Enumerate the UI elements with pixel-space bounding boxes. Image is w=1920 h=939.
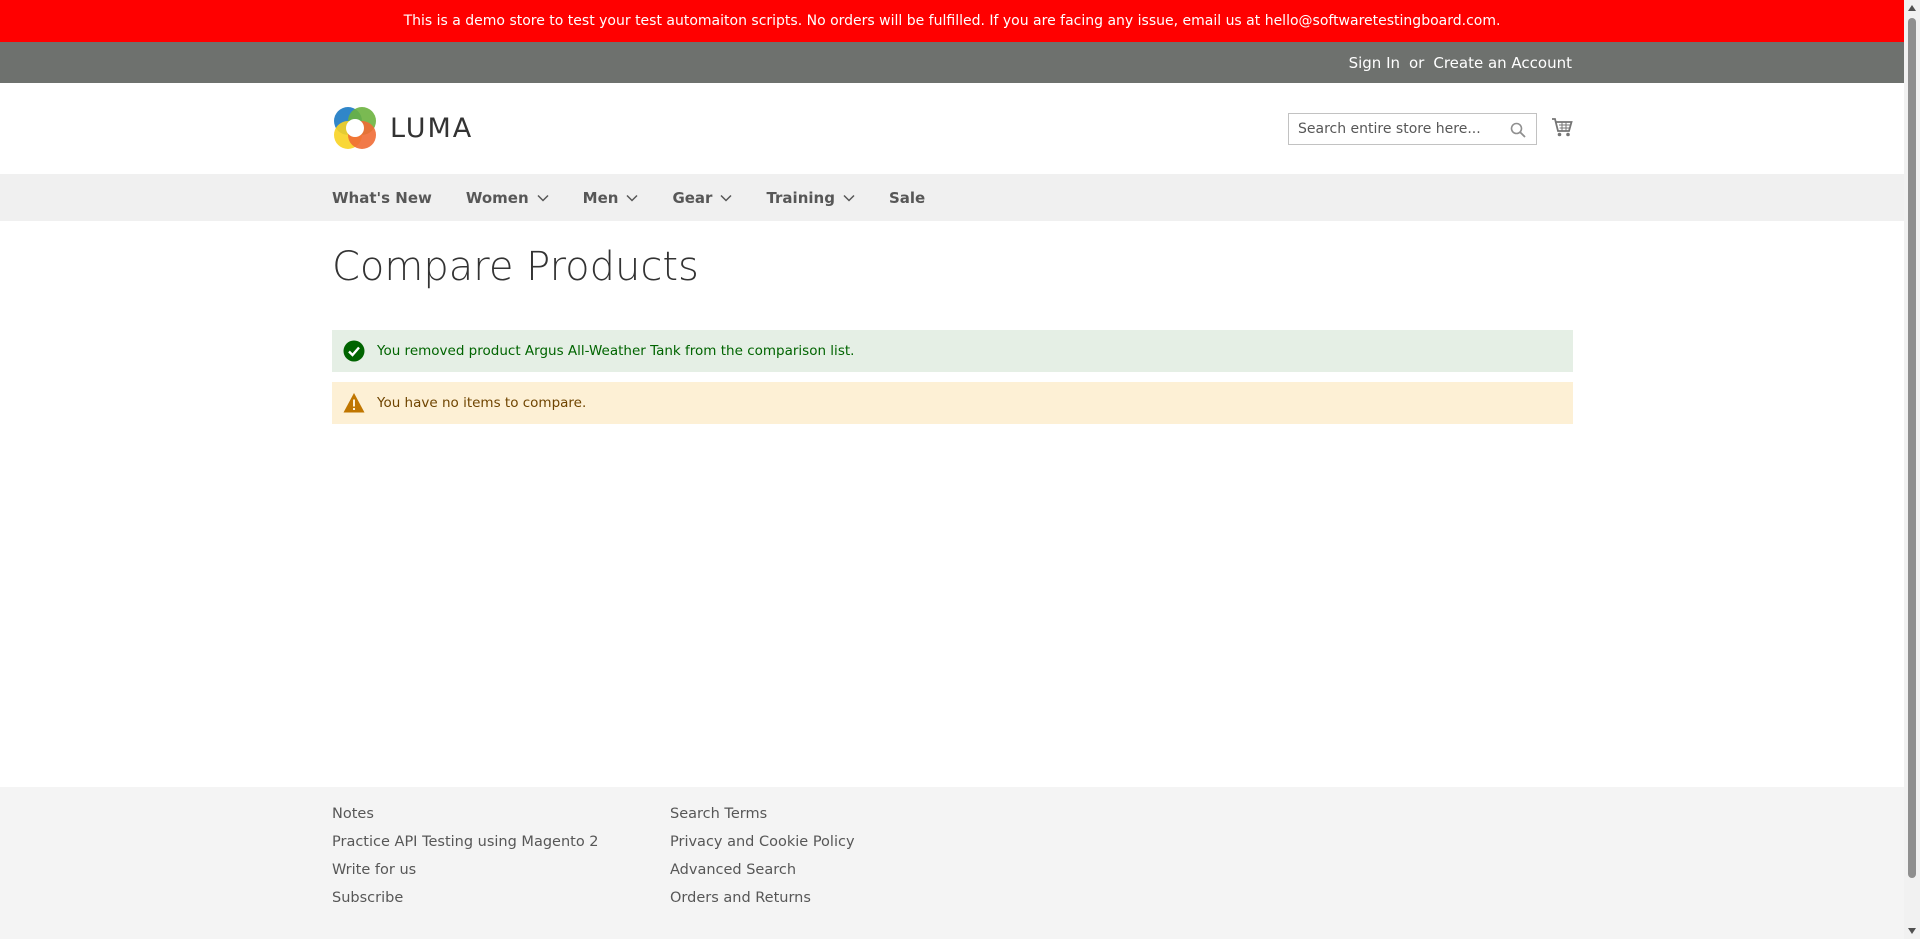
chevron-down-icon — [626, 194, 638, 202]
warning-message-text: You have no items to compare. — [377, 395, 587, 411]
sign-in-link[interactable]: Sign In — [1349, 54, 1400, 72]
footer-link-practice-api-testing[interactable]: Practice API Testing using Magento 2 — [332, 832, 599, 860]
scroll-down-icon[interactable] — [1904, 923, 1920, 939]
nav-item-women[interactable]: Women — [466, 189, 549, 207]
search-box — [1288, 113, 1537, 145]
header-links: Sign In or Create an Account — [1349, 42, 1572, 83]
success-message-text: You removed product Argus All-Weather Ta… — [377, 343, 855, 359]
panel-header: Sign In or Create an Account — [0, 42, 1904, 83]
cart-icon[interactable] — [1551, 116, 1573, 138]
demo-banner-text: This is a demo store to test your test a… — [403, 13, 1501, 29]
footer-links-column-1: Notes Practice API Testing using Magento… — [332, 804, 599, 916]
demo-store-banner: This is a demo store to test your test a… — [0, 0, 1904, 42]
search-icon[interactable] — [1510, 122, 1526, 138]
vertical-scrollbar[interactable] — [1904, 0, 1920, 939]
success-message: You removed product Argus All-Weather Ta… — [332, 330, 1573, 372]
page-footer: Notes Practice API Testing using Magento… — [0, 787, 1904, 939]
chevron-down-icon — [537, 194, 549, 202]
page-header: LUMA — [0, 83, 1904, 174]
nav-item-men[interactable]: Men — [583, 189, 639, 207]
warning-message: You have no items to compare. — [332, 382, 1573, 424]
footer-links-column-2: Search Terms Privacy and Cookie Policy A… — [670, 804, 855, 916]
chevron-down-icon — [720, 194, 732, 202]
footer-link-advanced-search[interactable]: Advanced Search — [670, 860, 855, 888]
search-input[interactable] — [1289, 115, 1504, 143]
footer-link-search-terms[interactable]: Search Terms — [670, 804, 855, 832]
nav-item-whats-new[interactable]: What's New — [332, 189, 432, 207]
luma-logo-icon — [334, 107, 376, 149]
nav-item-label: Women — [465, 188, 529, 207]
chevron-down-icon — [843, 194, 855, 202]
footer-link-orders-returns[interactable]: Orders and Returns — [670, 888, 855, 916]
footer-link-privacy-policy[interactable]: Privacy and Cookie Policy — [670, 832, 855, 860]
nav-item-training[interactable]: Training — [766, 188, 855, 207]
nav-item-sale[interactable]: Sale — [889, 189, 925, 207]
check-circle-icon — [343, 340, 365, 362]
nav-item-label: Training — [766, 188, 835, 207]
page-title: Compare Products — [332, 244, 699, 290]
nav-item-label: Men — [582, 188, 619, 207]
create-account-link[interactable]: Create an Account — [1433, 54, 1572, 72]
nav-item-label: What's New — [332, 188, 432, 207]
nav-item-label: Sale — [888, 188, 926, 207]
scroll-up-icon[interactable] — [1904, 0, 1920, 16]
or-separator: or — [1409, 53, 1425, 72]
logo-text: LUMA — [390, 112, 474, 144]
luma-logo[interactable]: LUMA — [332, 105, 473, 151]
nav-item-label: Gear — [672, 188, 713, 207]
footer-link-subscribe[interactable]: Subscribe — [332, 888, 599, 916]
footer-link-write-for-us[interactable]: Write for us — [332, 860, 599, 888]
warning-triangle-icon — [343, 393, 365, 413]
footer-link-notes[interactable]: Notes — [332, 804, 599, 832]
main-navigation: What's New Women Men Gear Training Sale — [0, 174, 1904, 221]
nav-item-gear[interactable]: Gear — [672, 189, 732, 207]
scrollbar-thumb[interactable] — [1908, 18, 1916, 878]
